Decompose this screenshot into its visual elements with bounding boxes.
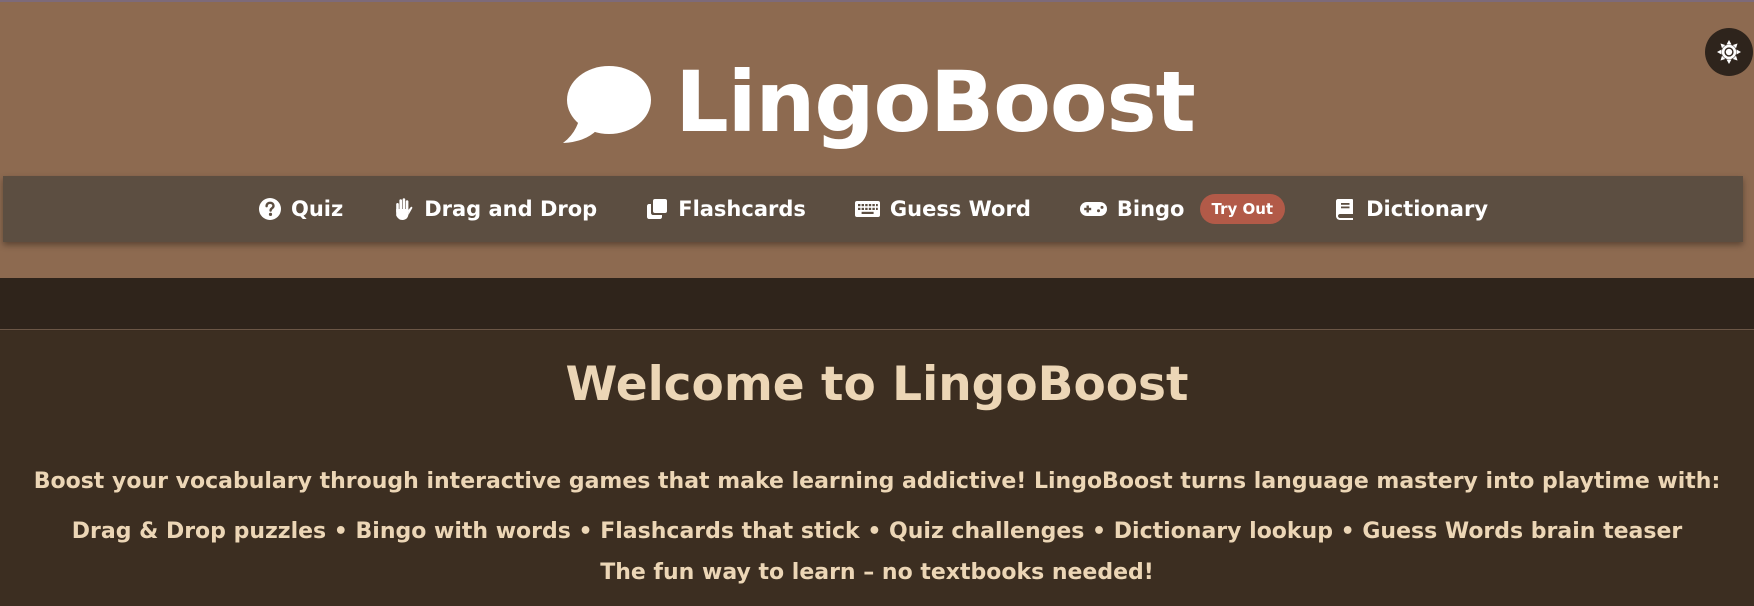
nav-item-guess-word[interactable]: Guess Word [854,197,1031,221]
nav-item-bingo[interactable]: Bingo Try Out [1079,194,1286,224]
intro-description: Boost your vocabulary through interactiv… [33,469,1721,544]
nav-item-drag-and-drop[interactable]: Drag and Drop [391,197,597,221]
gamepad-icon [1079,202,1107,216]
logo[interactable]: LingoBoost [0,50,1754,160]
brand-name: LingoBoost [675,53,1196,151]
main-nav: Quiz Drag and Drop Flashcards Guess Word… [3,176,1743,242]
sun-icon [1717,40,1741,64]
book-icon [1336,199,1354,220]
keyboard-icon [854,201,880,217]
main-content: Welcome to LingoBoost Boost your vocabul… [0,331,1754,606]
nav-item-dictionary[interactable]: Dictionary [1333,197,1488,221]
nav-label-bingo: Bingo [1116,197,1185,221]
tagline: The fun way to learn – no textbooks need… [600,560,1154,585]
nav-label-drag-and-drop: Drag and Drop [424,197,598,221]
content-divider-band [0,278,1754,330]
nav-item-flashcards[interactable]: Flashcards [645,197,806,221]
nav-label-flashcards: Flashcards [678,197,806,221]
clone-icon [647,199,668,219]
speech-bubble-icon [563,66,652,143]
site-header: LingoBoost Quiz Drag and Drop Flashcards… [0,0,1754,278]
theme-toggle-button[interactable] [1705,28,1753,76]
nav-label-guess-word: Guess Word [889,197,1031,221]
hand-icon [396,198,413,220]
question-circle-icon [258,198,281,220]
nav-label-dictionary: Dictionary [1366,197,1489,221]
try-out-badge: Try Out [1199,194,1286,224]
nav-label-quiz: Quiz [290,197,344,221]
nav-item-quiz[interactable]: Quiz [258,197,343,221]
page-title: Welcome to LingoBoost [565,357,1189,412]
